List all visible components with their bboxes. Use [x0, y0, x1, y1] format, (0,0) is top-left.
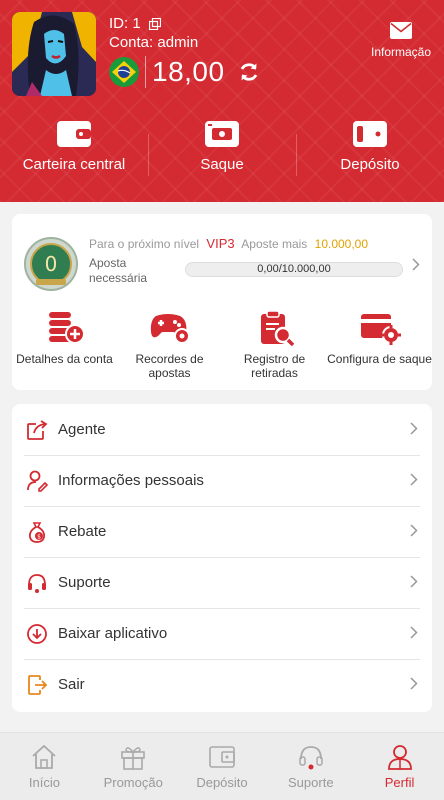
- menu-item-logout[interactable]: Sair: [12, 659, 432, 710]
- menu-item-rebate[interactable]: $ Rebate: [12, 506, 432, 557]
- next-level-text: Para o próximo nível: [89, 237, 200, 251]
- nav-home-label: Início: [28, 775, 60, 790]
- central-wallet-button[interactable]: Carteira central: [0, 120, 148, 180]
- quick-actions: Detalhes da conta Recordes de apostas Re…: [12, 310, 432, 380]
- withdraw-settings-icon: [360, 314, 401, 345]
- nav-promotion-label: Promoção: [103, 775, 163, 790]
- balance-row: 18,00: [109, 55, 261, 89]
- user-edit-icon: [27, 470, 48, 492]
- bet-progress-text: 0,00/10.000,00: [257, 263, 331, 275]
- profile-icon: [387, 745, 412, 770]
- next-vip-level: VIP3: [206, 236, 235, 251]
- withdraw-label: Saque: [200, 156, 244, 173]
- vip-card: 0 Para o próximo nível VIP3 Aposte mais …: [12, 214, 432, 390]
- account-details-button[interactable]: Detalhes da conta: [12, 310, 117, 380]
- bet-more-amount: 10.000,00: [314, 237, 369, 251]
- withdraw-settings-label: Configura de saque: [327, 352, 432, 366]
- menu-item-label: Sair: [58, 676, 85, 693]
- balance-divider: [145, 56, 146, 88]
- menu-item-support[interactable]: Suporte: [12, 557, 432, 608]
- mail-icon: [390, 22, 412, 39]
- chevron-right-icon: [410, 524, 418, 537]
- vip-badge: 0: [24, 237, 78, 291]
- required-bet-label: Aposta necessária: [89, 256, 148, 285]
- brazil-flag-icon: [109, 57, 139, 87]
- account-details-label: Detalhes da conta: [16, 352, 113, 366]
- vip-chevron-right-icon[interactable]: [412, 258, 420, 271]
- menu-item-agent[interactable]: Agente: [12, 404, 432, 455]
- gift-icon: [121, 747, 145, 770]
- headset-icon: [28, 573, 46, 593]
- menu-item-label: Suporte: [58, 574, 111, 591]
- nav-promotion[interactable]: Promoção: [89, 733, 178, 800]
- withdrawal-records-button[interactable]: Registro de retiradas: [222, 310, 327, 380]
- bet-records-button[interactable]: Recordes de apostas: [117, 310, 222, 380]
- deposit-label: Depósito: [340, 156, 400, 173]
- menu-list: Agente Informações pessoais $ Rebate Sup…: [12, 404, 432, 712]
- wallet-actions: Carteira central Saque Depósito: [0, 120, 444, 180]
- menu-item-label: Baixar aplicativo: [58, 625, 168, 642]
- menu-item-label: Agente: [58, 421, 106, 438]
- menu-item-personal-info[interactable]: Informações pessoais: [12, 455, 432, 506]
- profile-header: ID: 1 Conta: admin 18,00 Informação Cart…: [0, 0, 444, 202]
- bet-more-text: Aposte mais: [241, 237, 308, 251]
- menu-item-download-app[interactable]: Baixar aplicativo: [12, 608, 432, 659]
- account-details-icon: [48, 312, 85, 344]
- nav-profile[interactable]: Perfil: [355, 733, 444, 800]
- gamepad-icon: [150, 314, 190, 344]
- nav-deposit[interactable]: Depósito: [178, 733, 267, 800]
- copy-icon[interactable]: [148, 17, 161, 30]
- nav-home[interactable]: Início: [0, 733, 89, 800]
- chevron-right-icon: [410, 422, 418, 435]
- chevron-right-icon: [410, 626, 418, 639]
- bet-progress-bar: 0,00/10.000,00: [185, 262, 403, 277]
- deposit-button[interactable]: Depósito: [296, 120, 444, 180]
- download-icon: [27, 623, 47, 644]
- menu-item-label: Informações pessoais: [58, 472, 204, 489]
- information-button[interactable]: Informação: [370, 22, 432, 59]
- avatar-image: [12, 12, 96, 96]
- refresh-icon[interactable]: [237, 60, 261, 84]
- account-name-text: Conta: admin: [109, 34, 199, 51]
- chevron-right-icon: [410, 473, 418, 486]
- bottom-navigation: Início Promoção Depósito Suporte Perfil: [0, 732, 444, 800]
- nav-deposit-label: Depósito: [196, 775, 248, 790]
- vip-badge-level: 0: [45, 252, 58, 276]
- next-level-info: Para o próximo nível VIP3 Aposte mais 10…: [89, 236, 368, 251]
- nav-support[interactable]: Suporte: [266, 733, 355, 800]
- nav-profile-label: Perfil: [384, 775, 415, 790]
- deposit-icon: [209, 746, 235, 768]
- central-wallet-label: Carteira central: [22, 156, 126, 173]
- cash-icon: [205, 121, 239, 147]
- wallet-icon: [57, 121, 91, 147]
- withdrawal-record-icon: [260, 310, 294, 346]
- svg-text:$: $: [37, 533, 41, 540]
- user-id-text: ID: 1: [109, 15, 141, 32]
- logout-icon: [28, 674, 48, 695]
- user-id: ID: 1: [109, 15, 161, 32]
- avatar[interactable]: [12, 12, 96, 96]
- bet-records-label: Recordes de apostas: [135, 352, 204, 380]
- withdraw-settings-button[interactable]: Configura de saque: [327, 310, 432, 380]
- account-name: Conta: admin: [109, 34, 198, 51]
- menu-item-label: Rebate: [58, 523, 107, 540]
- information-label: Informação: [370, 45, 432, 59]
- balance-amount: 18,00: [152, 56, 225, 87]
- withdraw-button[interactable]: Saque: [148, 120, 296, 180]
- withdrawal-records-label: Registro de retiradas: [243, 352, 306, 380]
- share-icon: [27, 419, 48, 440]
- money-bag-icon: $: [28, 521, 46, 543]
- chevron-right-icon: [410, 575, 418, 588]
- nav-support-label: Suporte: [288, 775, 334, 790]
- deposit-wallet-icon: [353, 121, 387, 147]
- chevron-right-icon: [410, 677, 418, 690]
- support-icon: [299, 746, 323, 770]
- home-icon: [32, 744, 56, 769]
